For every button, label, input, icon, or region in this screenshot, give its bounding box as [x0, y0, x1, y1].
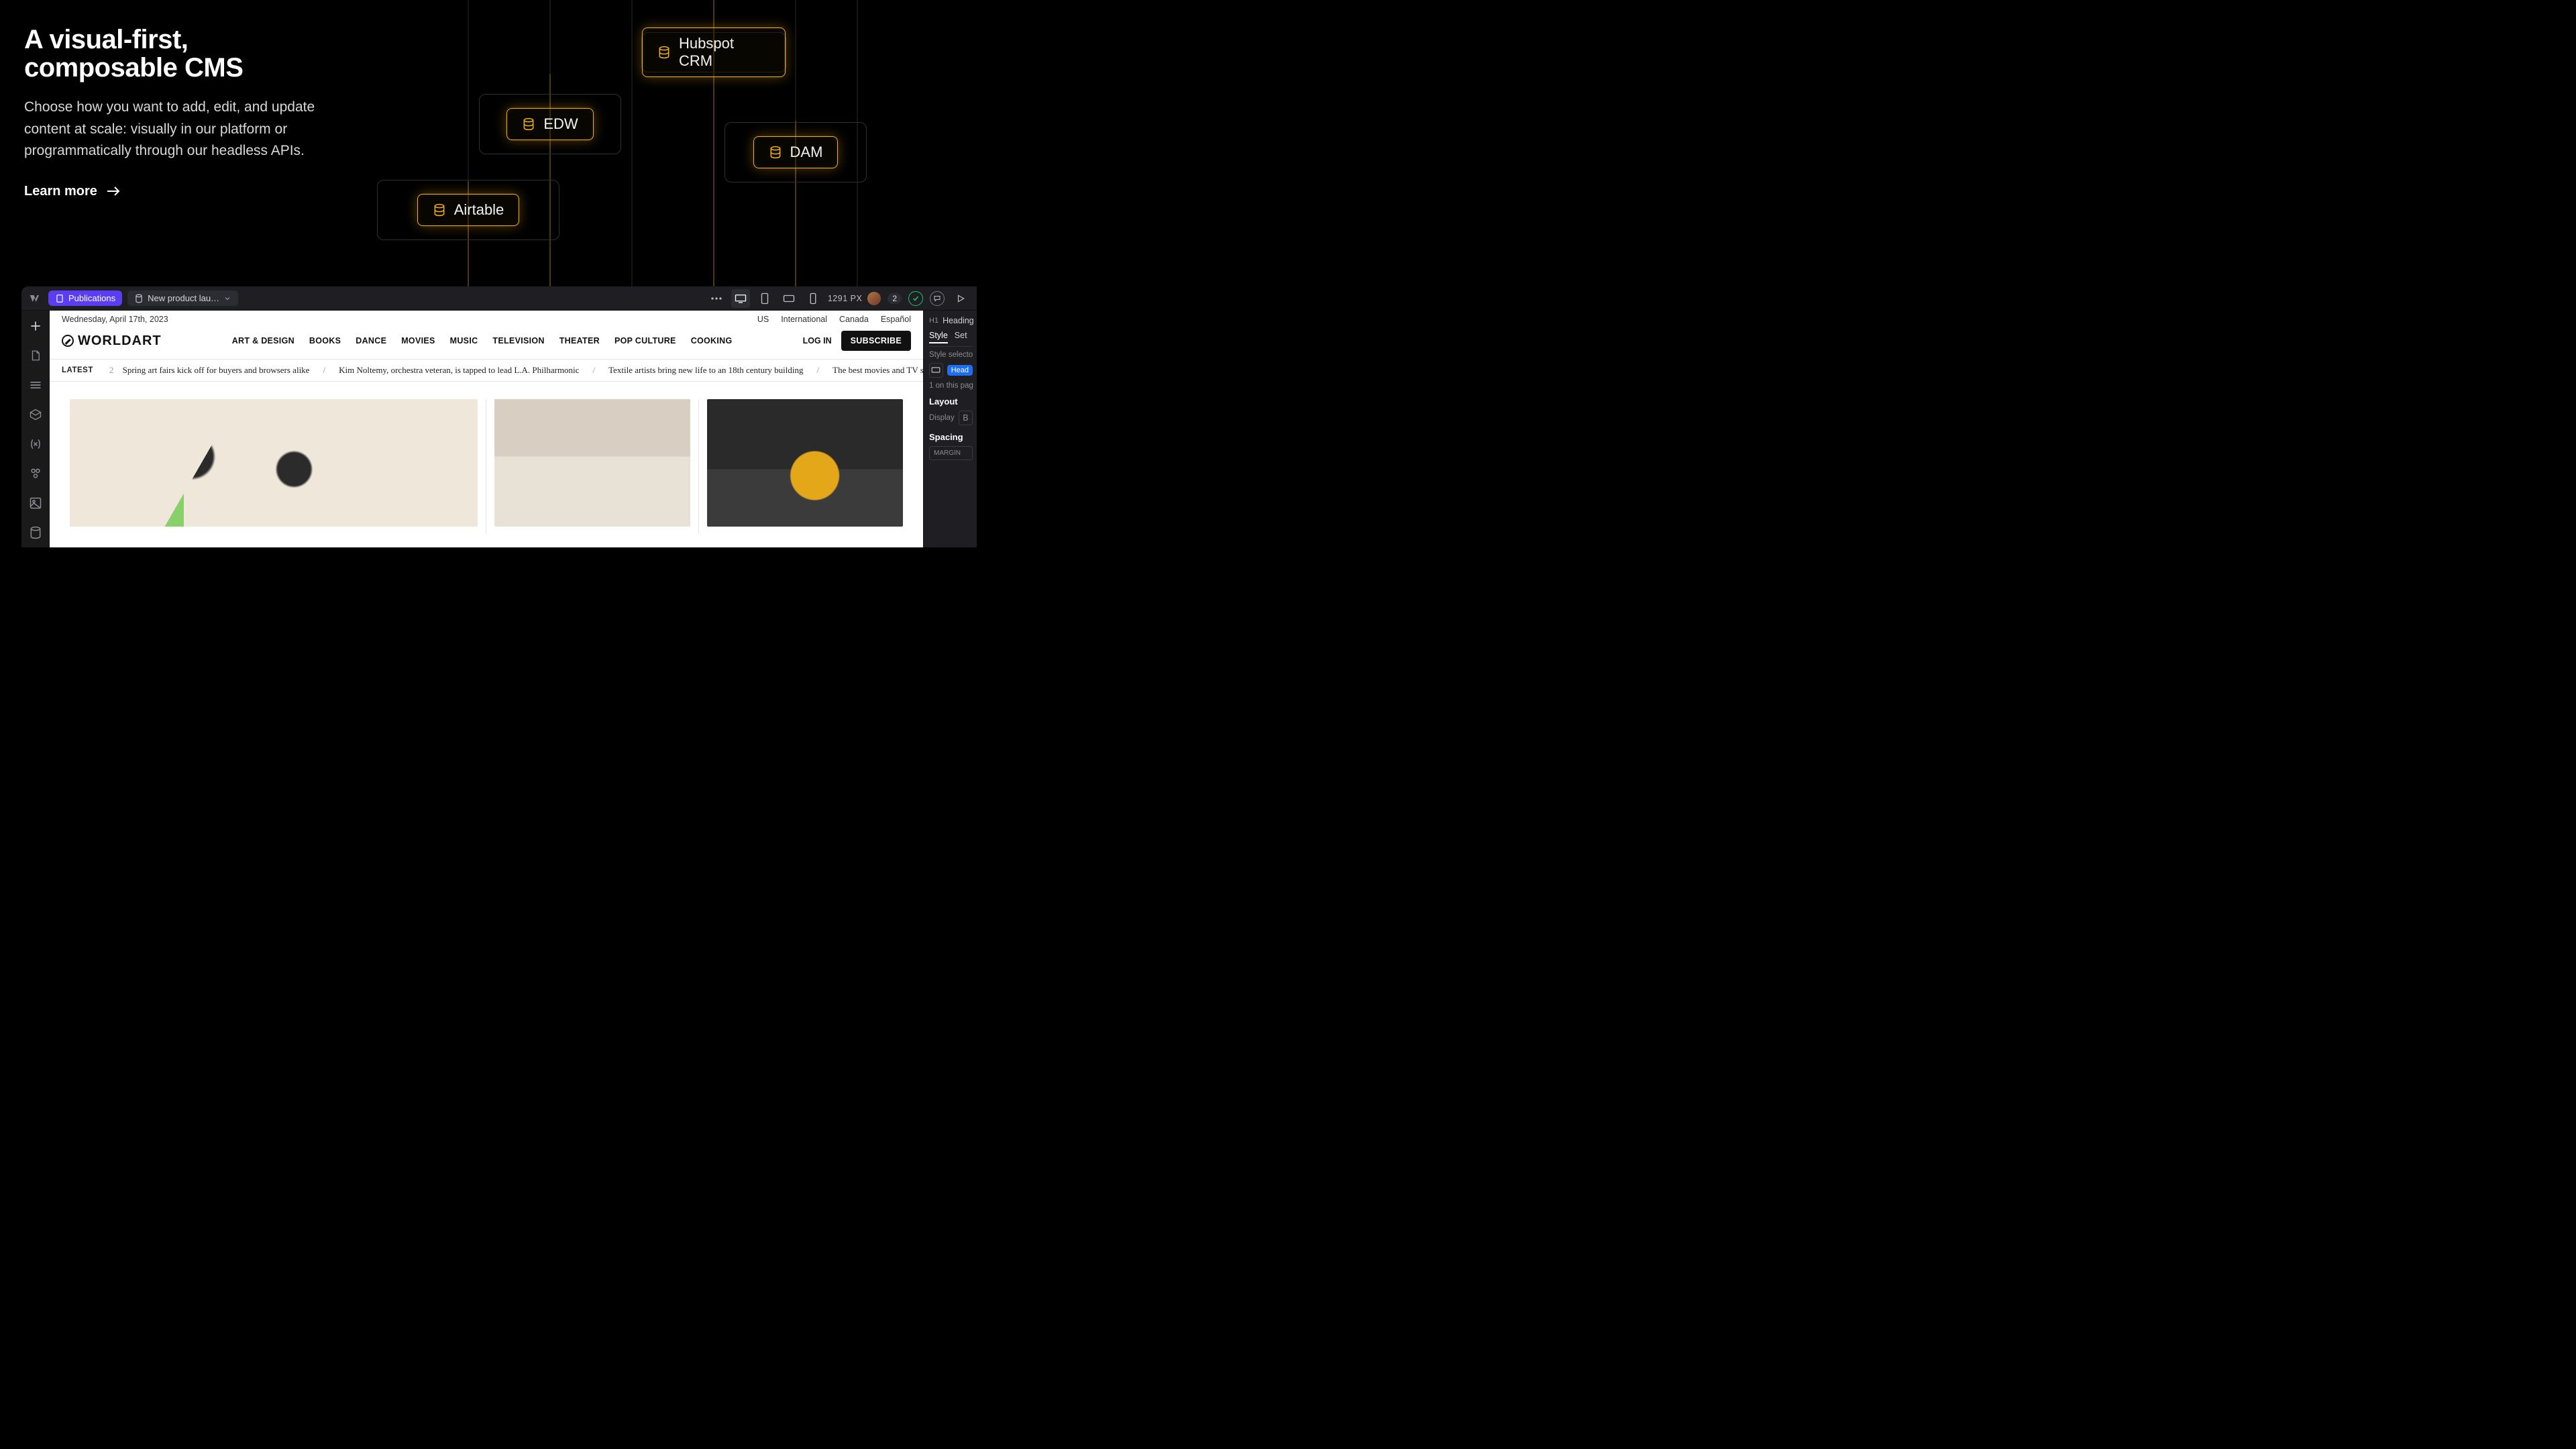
spacing-margin-box[interactable]: MARGIN [929, 446, 973, 460]
breakpoint-desktop-icon[interactable] [731, 289, 750, 308]
pages-icon[interactable] [27, 347, 44, 364]
navigator-icon[interactable] [27, 376, 44, 394]
brand-mark-icon [62, 335, 74, 347]
cms-icon[interactable] [27, 524, 44, 541]
chevron-down-icon [223, 294, 231, 303]
site-date: Wednesday, April 17th, 2023 [62, 315, 168, 324]
nav-pop-culture[interactable]: POP CULTURE [614, 336, 676, 345]
database-icon [769, 146, 782, 159]
nav-books[interactable]: BOOKS [309, 336, 341, 345]
tab-style[interactable]: Style [929, 331, 948, 343]
locale-espanol[interactable]: Español [881, 315, 911, 324]
nav-art-design[interactable]: ART & DESIGN [232, 336, 294, 345]
status-ok-icon[interactable] [908, 291, 923, 306]
chip-edw[interactable]: EDW [506, 108, 593, 140]
collaborator-avatar[interactable] [867, 292, 881, 305]
chip-dam-outer: DAM [724, 122, 867, 182]
database-icon [433, 203, 446, 217]
breakpoint-landscape-icon[interactable] [780, 289, 798, 308]
ticker-item-3[interactable]: Textile artists bring new life to an 18t… [608, 365, 803, 376]
article-card-image-2[interactable] [494, 399, 690, 527]
publications-label: Publications [68, 293, 115, 303]
site-preview: Wednesday, April 17th, 2023 US Internati… [50, 311, 923, 547]
subscribe-button[interactable]: SUBSCRIBE [841, 331, 911, 351]
hero-title: A visual-first, composable CMS [24, 25, 400, 82]
components-icon[interactable] [27, 406, 44, 423]
collaborator-count: 2 [888, 293, 902, 304]
chip-hubspot-label: Hubspot CRM [679, 35, 770, 70]
page-icon [55, 294, 64, 303]
chip-edw-label: EDW [543, 115, 578, 133]
database-icon [657, 46, 671, 59]
tab-settings[interactable]: Set [955, 331, 967, 343]
article-card-image-1[interactable] [70, 399, 478, 527]
add-element-icon[interactable] [27, 317, 44, 335]
selector-scope-icon[interactable] [929, 363, 943, 378]
selector-count: 1 on this pag [929, 382, 973, 390]
element-label: Heading [943, 316, 974, 325]
section-layout-header: Layout [929, 396, 973, 407]
chip-edw-outer: EDW [479, 94, 621, 154]
webflow-logo-icon[interactable] [28, 291, 43, 306]
nav-movies[interactable]: MOVIES [401, 336, 435, 345]
variables-icon[interactable] [27, 435, 44, 453]
style-selector-label: Style selecto [929, 351, 973, 359]
nav-cooking[interactable]: COOKING [691, 336, 733, 345]
designer-app: Publications New product lau… [21, 286, 977, 547]
ticker-label: LATEST [62, 366, 93, 374]
element-tag: H1 [929, 317, 938, 325]
preview-play-icon[interactable] [951, 289, 970, 308]
ticker-item-2[interactable]: Kim Noltemy, orchestra veteran, is tappe… [339, 365, 579, 376]
breakpoint-tablet-icon[interactable] [755, 289, 774, 308]
designer-topbar: Publications New product lau… [21, 286, 977, 311]
nav-theater[interactable]: THEATER [559, 336, 600, 345]
styles-icon[interactable] [27, 465, 44, 482]
learn-more-link[interactable]: Learn more [24, 184, 120, 199]
section-spacing-header: Spacing [929, 432, 973, 442]
chip-airtable[interactable]: Airtable [417, 194, 520, 226]
latest-ticker: LATEST 2 Spring art fairs kick off for b… [50, 360, 923, 382]
assets-icon[interactable] [27, 494, 44, 512]
article-card-image-3[interactable] [707, 399, 903, 527]
selector-class-chip[interactable]: Head [947, 365, 973, 376]
brand-name: WORLDART [78, 333, 162, 349]
margin-label: MARGIN [934, 449, 961, 457]
more-icon[interactable] [707, 289, 726, 308]
style-panel: H1 Heading Style Set Style selecto Head … [923, 311, 977, 547]
arrow-right-icon [107, 186, 120, 196]
collection-pill[interactable]: New product lau… [127, 290, 238, 306]
nav-music[interactable]: MUSIC [450, 336, 478, 345]
collection-label: New product lau… [148, 293, 219, 303]
chip-hubspot[interactable]: Hubspot CRM [642, 28, 786, 77]
site-nav-links: ART & DESIGN BOOKS DANCE MOVIES MUSIC TE… [232, 336, 733, 345]
locale-us[interactable]: US [757, 315, 769, 324]
locale-canada[interactable]: Canada [839, 315, 869, 324]
breakpoint-mobile-icon[interactable] [804, 289, 822, 308]
nav-television[interactable]: TELEVISION [492, 336, 544, 345]
display-value[interactable]: B [959, 411, 973, 425]
publications-pill[interactable]: Publications [48, 290, 122, 306]
display-label: Display [929, 414, 955, 422]
database-icon [522, 117, 535, 131]
breakpoint-width-label: 1291 PX [828, 294, 862, 303]
chip-dam[interactable]: DAM [753, 136, 839, 168]
login-link[interactable]: LOG IN [803, 336, 832, 345]
site-brand[interactable]: WORLDART [62, 333, 162, 349]
designer-canvas[interactable]: Wednesday, April 17th, 2023 US Internati… [50, 311, 923, 547]
comments-icon[interactable] [930, 291, 945, 306]
locale-links: US International Canada Español [757, 315, 911, 324]
ticker-item-1[interactable]: Spring art fairs kick off for buyers and… [123, 365, 310, 376]
chip-hubspot-outer: Hubspot CRM [641, 32, 786, 72]
chip-dam-label: DAM [790, 144, 823, 161]
hero-subtitle: Choose how you want to add, edit, and up… [24, 97, 346, 162]
left-toolbar [21, 311, 50, 547]
ticker-item-4[interactable]: The best movies and TV shows coming [833, 365, 923, 376]
chip-airtable-label: Airtable [454, 201, 504, 219]
nav-dance[interactable]: DANCE [356, 336, 386, 345]
locale-international[interactable]: International [781, 315, 827, 324]
chip-airtable-outer: Airtable [377, 180, 559, 240]
database-icon [134, 294, 144, 303]
learn-more-label: Learn more [24, 184, 97, 199]
